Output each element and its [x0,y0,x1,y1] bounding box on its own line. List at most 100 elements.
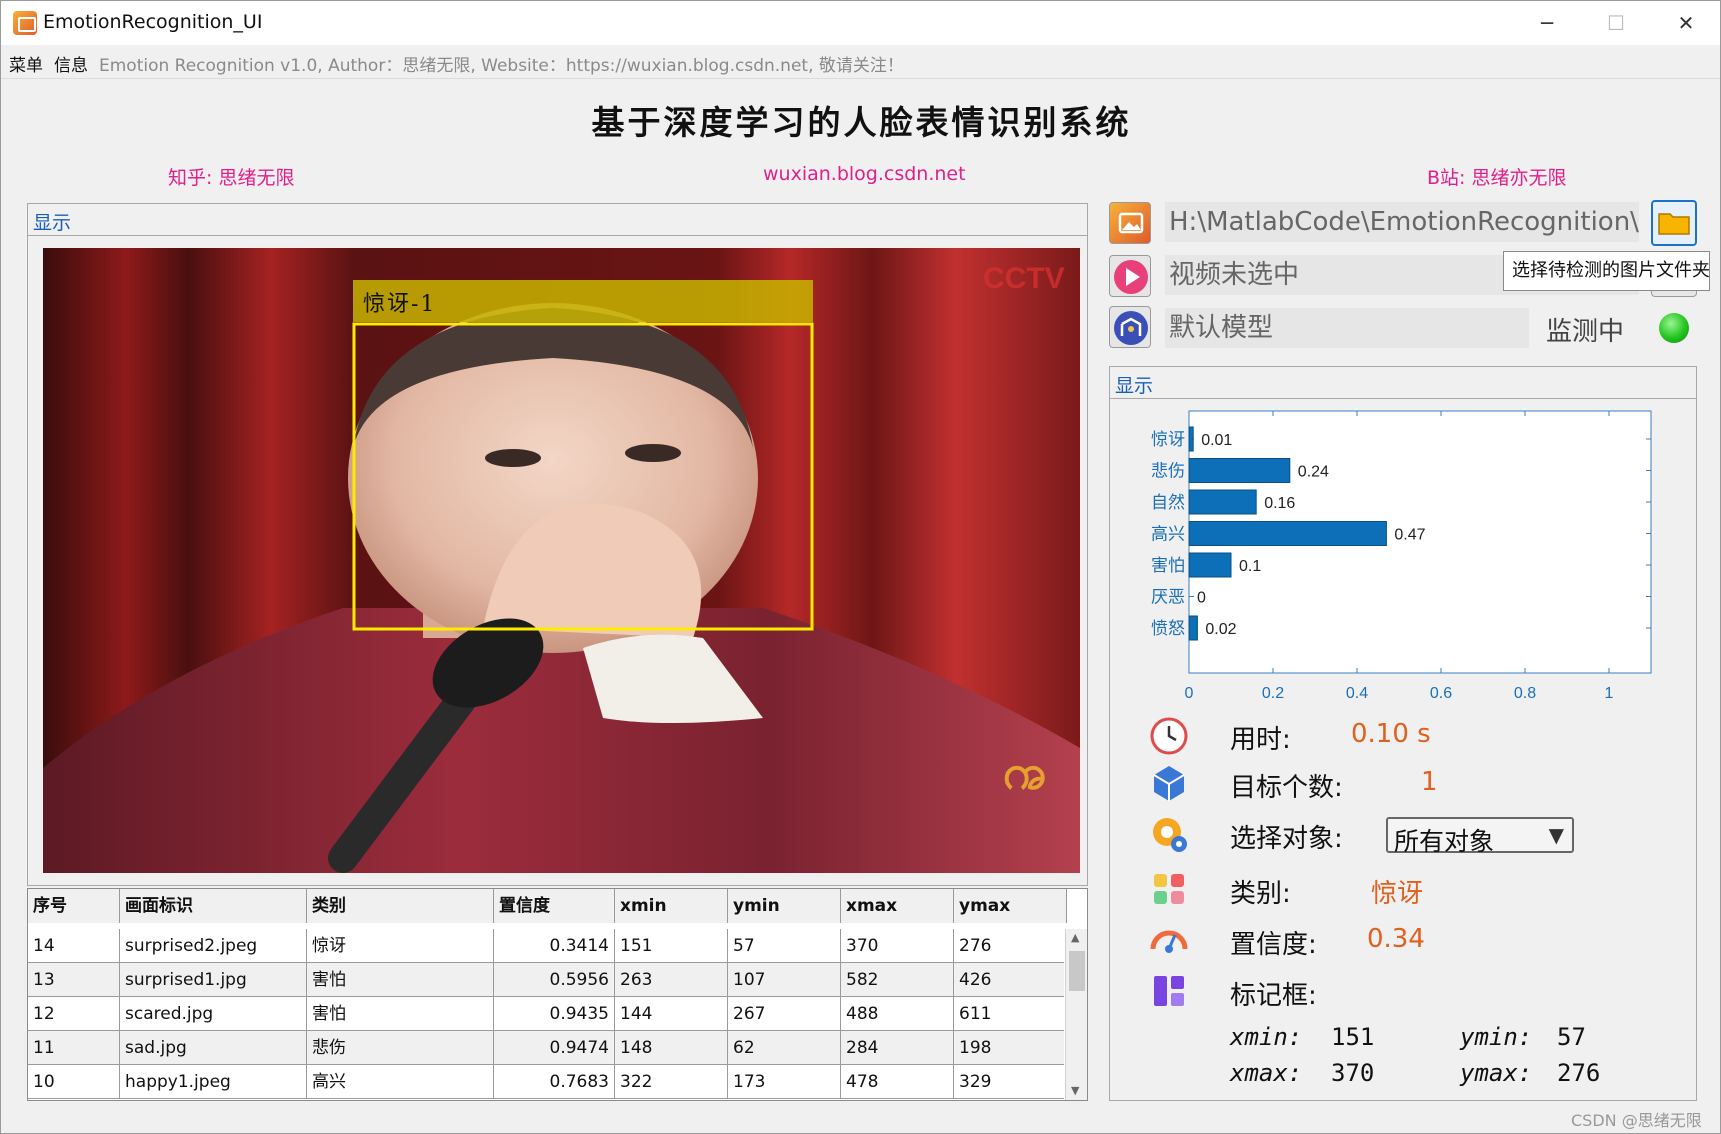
panel-title: 显示 [1110,367,1696,399]
table-row[interactable]: 14 surprised2.jpeg 惊讶 0.3414 151 57 370 276 [28,929,1067,963]
x-tick-label: 1 [1605,685,1614,702]
model-icon [1114,311,1148,345]
table-cell: 12 [28,997,120,1031]
table-cell: 329 [954,1065,1067,1099]
bar [1188,426,1194,452]
table-cell: 284 [841,1031,954,1065]
menu-item-info[interactable]: 信息 [54,51,88,76]
column-header[interactable]: 类别 [307,889,494,923]
select-folder-button[interactable] [1651,200,1697,246]
table-cell: 151 [615,929,728,963]
zhihu-link[interactable]: 知乎: 思绪无限 [168,163,294,190]
close-button[interactable]: ✕ [1663,7,1709,39]
table-cell: 276 [954,929,1067,963]
select-target-value: 所有对象 [1394,827,1495,856]
image-path-field[interactable]: H:\MatlabCode\EmotionRecognition\... [1165,202,1639,242]
minimize-button[interactable]: ─ [1524,7,1570,39]
column-header[interactable]: ymin [728,889,841,923]
table-row[interactable]: 11 sad.jpg 悲伤 0.9474 148 62 284 198 [28,1031,1067,1065]
image-display-panel: 显示 ꩠ CCTV 惊讶-1 [27,203,1088,886]
x-tick-label: 0.6 [1430,685,1452,702]
page-title: 基于深度学习的人脸表情识别系统 [591,103,1132,142]
load-model-button[interactable] [1109,306,1151,348]
table-cell: 0.5956 [494,963,615,997]
app-window: EmotionRecognition_UI ─ ☐ ✕ 菜单 信息 Emotio… [0,0,1721,1134]
table-cell: 263 [615,963,728,997]
column-header[interactable]: ymax [954,889,1067,923]
ymin-value: 57 [1557,1023,1586,1051]
table-cell: 582 [841,963,954,997]
ymax-value: 276 [1557,1059,1601,1087]
table-cell: 488 [841,997,954,1031]
table-row[interactable]: 13 surprised1.jpg 害怕 0.5956 263 107 582 426 [28,963,1067,997]
data-label: 0.01 [1201,432,1232,449]
panel-title: 显示 [28,204,1087,236]
table-cell: 11 [28,1031,120,1065]
table-row[interactable]: 12 scared.jpg 害怕 0.9435 144 267 488 611 [28,997,1067,1031]
play-icon [1114,260,1148,294]
data-label: 0.16 [1264,495,1295,512]
window-title: EmotionRecognition_UI [43,11,263,33]
y-tick-label: 惊讶 [1151,430,1185,450]
menu-about-text: Emotion Recognition v1.0, Author：思绪无限, W… [99,56,904,76]
bar [1188,552,1232,578]
table-cell: 高兴 [307,1065,494,1099]
table-cell: 144 [615,997,728,1031]
menu-item-menu[interactable]: 菜单 [9,51,43,76]
xmin-value: 151 [1331,1023,1375,1051]
x-tick-label: 0.2 [1262,685,1284,702]
table-cell: 0.7683 [494,1065,615,1099]
folder-icon [1658,213,1690,235]
column-header[interactable]: 画面标识 [120,889,307,923]
table-scrollbar[interactable]: ▲ ▼ [1065,929,1087,1100]
y-tick-label: 愤怒 [1151,619,1185,639]
select-target-label: 选择对象: [1230,824,1343,854]
bar [1188,458,1291,483]
table-cell: 惊讶 [307,929,494,963]
time-value: 0.10 s [1351,719,1431,749]
column-header[interactable]: xmax [841,889,954,923]
table-cell: 611 [954,997,1067,1031]
scroll-down-icon[interactable]: ▼ [1071,1084,1079,1097]
xmax-label: xmax: [1230,1059,1303,1087]
title-bar: EmotionRecognition_UI ─ ☐ ✕ [1,1,1720,45]
play-video-button[interactable] [1109,255,1151,297]
clock-icon [1148,714,1190,756]
y-tick-label: 悲伤 [1151,462,1185,482]
data-label: 0.02 [1205,621,1236,638]
scroll-thumb[interactable] [1069,951,1085,991]
table-row[interactable]: 10 happy1.jpeg 高兴 0.7683 322 173 478 329 [28,1065,1067,1099]
table-cell: 173 [728,1065,841,1099]
emotion-probability-chart: 0 0.2 0.4 0.6 0.8 1 惊讶 0.01 悲伤 0.24 自然 0.16 高兴 0.47 害怕… [1151,410,1652,702]
folder-tooltip: 选择待检测的图片文件夹 [1503,251,1710,291]
maximize-button[interactable]: ☐ [1593,7,1639,39]
column-header[interactable]: 置信度 [494,889,615,923]
table-cell: surprised1.jpg [120,963,307,997]
select-target-dropdown[interactable]: 所有对象 ▼ [1386,817,1574,856]
image-icon [1118,212,1144,234]
bounding-box-icon [1148,970,1190,1012]
open-image-button[interactable] [1109,202,1151,244]
scroll-up-icon[interactable]: ▲ [1071,931,1079,944]
bar [1188,489,1257,515]
bounding-box-label: 标记框: [1230,981,1317,1011]
settings-icon [1148,813,1190,855]
watermark-text: CSDN @思绪无限 [1571,1111,1702,1130]
monitor-status-label: 监测中 [1546,317,1625,347]
blog-link[interactable]: wuxian.blog.csdn.net [763,163,966,185]
column-header[interactable]: xmin [615,889,728,923]
detection-box-label: 惊讶-1 [363,292,437,317]
bilibili-link[interactable]: B站: 思绪亦无限 [1427,163,1566,190]
column-header[interactable]: 序号 [28,889,120,923]
table-cell: 13 [28,963,120,997]
model-name-field[interactable]: 默认模型 [1165,308,1529,348]
ymin-label: ymin: [1460,1023,1533,1051]
table-cell: 0.9435 [494,997,615,1031]
table-cell: 14 [28,929,120,963]
x-tick-label: 0 [1185,685,1194,702]
menu-bar: 菜单 信息 Emotion Recognition v1.0, Author：思… [1,45,1720,79]
ymax-label: ymax: [1460,1059,1533,1087]
detection-image: ꩠ CCTV 惊讶-1 [43,248,1080,873]
category-icon [1148,868,1190,910]
class-value: 惊讶 [1371,879,1424,909]
